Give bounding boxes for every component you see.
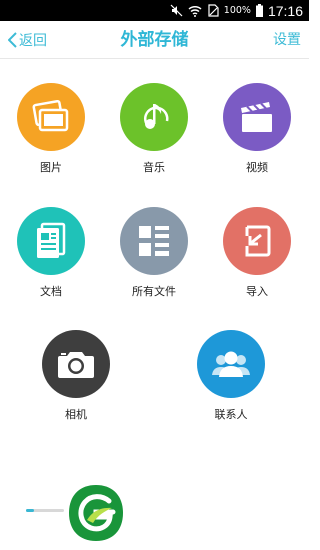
pictures-icon [17, 83, 85, 151]
all-files-icon [120, 207, 188, 275]
loading-progress [26, 509, 64, 512]
tile-documents[interactable]: 文档 [6, 207, 96, 299]
import-icon [223, 207, 291, 275]
tile-label: 音乐 [143, 161, 165, 174]
tile-label: 联系人 [214, 408, 248, 421]
tile-contacts[interactable]: 联系人 [186, 330, 276, 422]
tile-import[interactable]: 导入 [212, 207, 302, 299]
video-icon [223, 83, 291, 151]
status-time: 17:16 [267, 2, 303, 19]
tile-all-files[interactable]: 所有文件 [109, 207, 199, 299]
back-label: 返回 [19, 33, 47, 49]
settings-button[interactable]: 设置 [273, 21, 301, 59]
header-bar: 返回 外部存储 设置 [0, 21, 309, 59]
loading-progress-fill [26, 509, 34, 512]
document-icon [17, 207, 85, 275]
tile-label: 文档 [40, 285, 62, 298]
battery-icon [255, 4, 263, 17]
status-bar: 100% 17:16 [0, 0, 309, 21]
mute-icon [170, 4, 183, 17]
sim-off-icon [207, 4, 219, 17]
tile-music[interactable]: 音乐 [109, 83, 199, 175]
battery-percent: 100% [223, 5, 251, 16]
tile-label: 相机 [65, 408, 87, 421]
tile-pictures[interactable]: 图片 [6, 83, 96, 175]
tile-video[interactable]: 视频 [212, 83, 302, 175]
back-button[interactable]: 返回 [8, 21, 47, 59]
tile-label: 导入 [246, 285, 268, 298]
tile-camera[interactable]: 相机 [31, 330, 121, 422]
tile-label: 视频 [246, 161, 268, 174]
contacts-icon [197, 330, 265, 398]
chevron-left-icon [8, 32, 17, 48]
app-logo-icon [65, 482, 127, 548]
wifi-icon [188, 5, 202, 17]
camera-icon [42, 330, 110, 398]
music-icon [120, 83, 188, 151]
tile-label: 图片 [40, 161, 62, 174]
tile-label: 所有文件 [132, 285, 176, 298]
